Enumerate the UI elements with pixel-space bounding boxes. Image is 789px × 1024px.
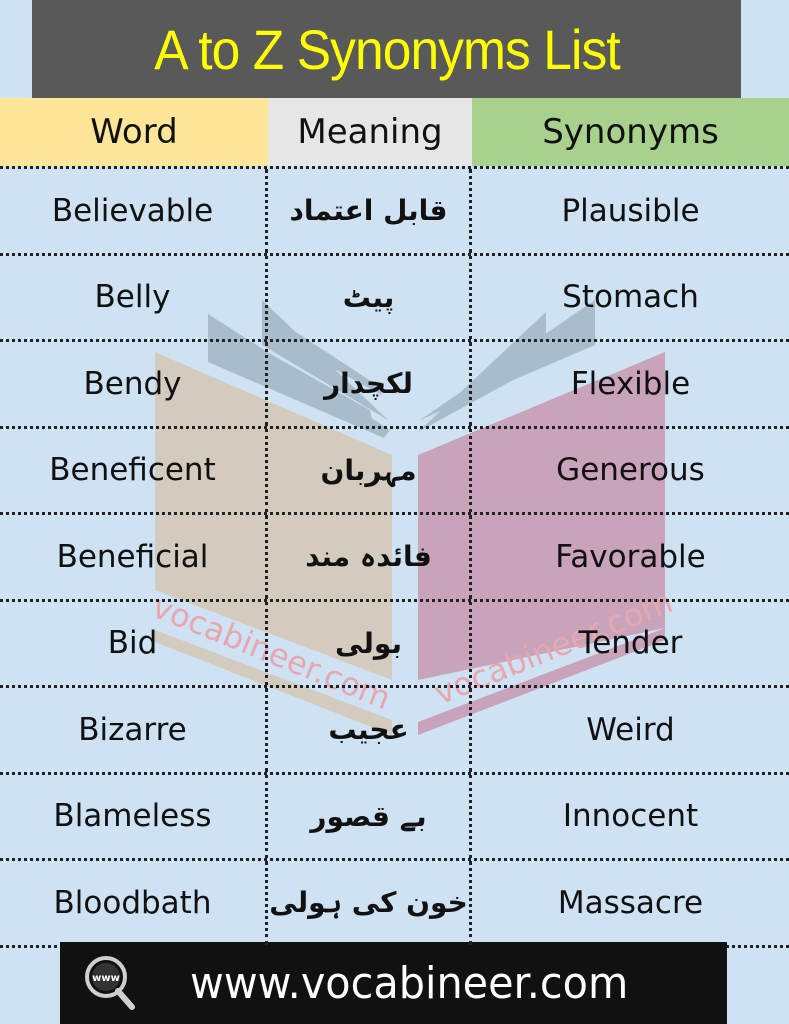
table-row: Bendy لکچدار Flexible [0,342,789,429]
meaning-cell: عجیب [268,688,472,772]
word-cell: Blameless [0,774,268,858]
word-cell: Bizarre [0,688,268,772]
title-banner: A to Z Synonyms List [32,0,741,98]
synonym-cell: Weird [586,711,675,748]
meaning-cell: مہربان [268,428,472,512]
footer-banner: www www.vocabineer.com [60,942,727,1024]
meaning-cell: بے قصور [268,774,472,858]
synonyms-table: Believable قابل اعتماد Plausible Belly پیٹ St… [0,169,789,948]
synonym-cell: Tender [578,625,683,662]
table-row: Beneficent مہربان Generous [0,428,789,515]
word-cell: Believable [0,169,268,253]
www-search-icon: www [85,956,135,1010]
meaning-cell: خون کی ہولی [268,861,472,945]
meaning-cell: بولی [268,601,472,685]
header-word: Word [0,98,268,166]
word-cell: Bendy [0,342,268,426]
table-row: Bid بولی Tender [0,601,789,688]
synonym-cell: Favorable [555,538,706,575]
word-cell: Beneficent [0,428,268,512]
table-row: Belly پیٹ Stomach [0,255,789,342]
table-row: Blameless بے قصور Innocent [0,774,789,861]
word-cell: Beneficial [0,515,268,599]
synonym-cell: Flexible [570,365,691,402]
table-row: Bloodbath خون کی ہولی Massacre [0,861,789,948]
synonym-cell: Innocent [562,798,699,835]
synonym-cell: Stomach [562,279,699,316]
synonym-cell: Generous [556,452,705,489]
table-row: Believable قابل اعتماد Plausible [0,169,789,256]
meaning-cell: قابل اعتماد [268,169,472,253]
svg-text:www: www [92,973,120,984]
word-cell: Belly [0,255,268,339]
website-url[interactable]: www.vocabineer.com [190,958,628,1009]
meaning-cell: لکچدار [268,342,472,426]
table-row: Bizarre عجیب Weird [0,688,789,775]
synonym-cell: Massacre [557,884,704,921]
meaning-cell: پیٹ [268,255,472,339]
header-meaning: Meaning [268,98,472,166]
page-title: A to Z Synonyms List [153,17,620,81]
word-cell: Bid [0,601,268,685]
header-synonyms: Synonyms [472,98,789,166]
table-header: Word Meaning Synonyms [0,98,789,169]
table-row: Beneficial فائدہ مند Favorable [0,515,789,602]
word-cell: Bloodbath [0,861,268,945]
meaning-cell: فائدہ مند [268,515,472,599]
synonym-cell: Plausible [561,192,700,229]
